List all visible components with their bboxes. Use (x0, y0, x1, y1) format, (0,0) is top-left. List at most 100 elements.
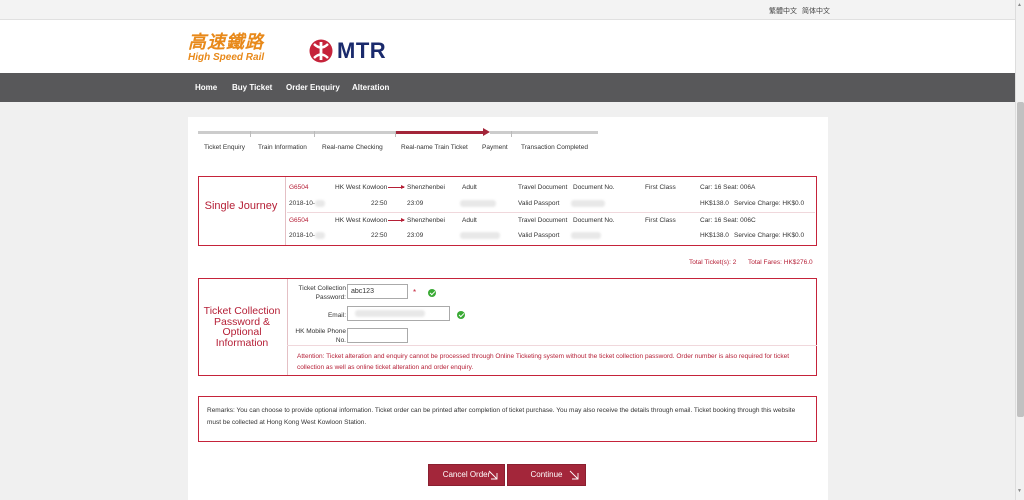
collection-password-input[interactable] (347, 284, 408, 299)
departure-station: HK West Kowloon (335, 217, 388, 224)
password-divider (287, 279, 288, 375)
step-label-real-name-train-ticket: Real-name Train Ticket (401, 144, 468, 151)
step-label-train-information: Train Information (258, 144, 307, 151)
redacted-date (315, 200, 325, 207)
departure-time: 22:50 (371, 232, 388, 239)
travel-document-label: Travel Document (518, 184, 568, 191)
password-valid-check-icon (428, 289, 436, 297)
car-seat: Car: 16 Seat: 006C (700, 217, 756, 224)
journey-divider (285, 177, 286, 245)
ticket-1-route-row: G6504 HK West Kowloon Shenzhenbei Adult … (287, 180, 815, 196)
scroll-down-arrow-icon[interactable]: ▼ (1017, 488, 1022, 494)
ticket-1-detail-row: 2018-10- 22:50 23:09 Valid Passport HK$1… (287, 196, 815, 212)
hsr-logo-chinese: 高速鐵路 (188, 32, 264, 53)
seat-class: First Class (645, 184, 676, 191)
redacted-passenger-name (460, 200, 496, 207)
site-header: 高速鐵路 High Speed Rail MTR (0, 20, 1015, 73)
current-step-arrow-icon (483, 128, 490, 136)
hsr-logo-english: High Speed Rail (188, 52, 265, 63)
mtr-logo-icon (309, 39, 333, 63)
step-tick (250, 131, 251, 137)
attention-note: Attention: Ticket alteration and enquiry… (297, 353, 790, 371)
redacted-document-number (571, 200, 605, 207)
route-arrow-icon (388, 185, 405, 189)
redacted-document-number (571, 232, 601, 239)
nav-home[interactable]: Home (195, 83, 217, 92)
main-nav: Home Buy Ticket Order Enquiry Alteration (0, 73, 1015, 102)
remarks-box: Remarks: You can choose to provide optio… (198, 396, 817, 442)
step-label-transaction-completed: Transaction Completed (521, 144, 588, 151)
document-number-label: Document No. (573, 184, 615, 191)
ticket-2-detail-row: 2018-10- 22:50 23:09 Valid Passport HK$1… (287, 228, 815, 244)
continue-button[interactable]: Continue (507, 464, 586, 486)
mtr-logo[interactable]: MTR (309, 38, 386, 64)
continue-label: Continue (530, 470, 563, 479)
cancel-order-label: Cancel Order (442, 470, 491, 479)
lang-traditional-chinese-link[interactable]: 繁體中文 (769, 6, 797, 16)
language-bar: 繁體中文 简体中文 (0, 0, 1015, 20)
mobile-phone-label: HK Mobile Phone No. (295, 328, 346, 344)
steps-line-active (395, 131, 484, 134)
nav-alteration[interactable]: Alteration (352, 83, 389, 92)
car-seat: Car: 16 Seat: 006A (700, 184, 756, 191)
attention-divider (287, 345, 817, 346)
collection-password-box: Ticket Collection Password & Optional In… (198, 278, 817, 376)
redacted-date (315, 232, 325, 239)
document-type: Valid Passport (518, 200, 560, 207)
service-charge: Service Charge: HK$0.0 (734, 200, 805, 207)
train-number: G6504 (289, 217, 309, 224)
step-label-ticket-enquiry: Ticket Enquiry (204, 144, 245, 151)
redacted-email (355, 310, 425, 317)
nav-order-enquiry[interactable]: Order Enquiry (286, 83, 340, 92)
email-valid-check-icon (457, 311, 465, 319)
step-tick (511, 131, 512, 137)
remarks-text: Remarks: You can choose to provide optio… (207, 407, 796, 426)
seat-class: First Class (645, 217, 676, 224)
total-tickets: Total Ticket(s): 2 (689, 259, 737, 266)
journey-type-title: Single Journey (204, 200, 278, 212)
departure-time: 22:50 (371, 200, 388, 207)
route-arrow-icon (388, 218, 405, 222)
arrival-station: Shenzhenbei (407, 184, 445, 191)
travel-date: 2018-10- (289, 232, 316, 239)
scrollbar-thumb[interactable] (1017, 102, 1024, 417)
steps-line-done (198, 131, 395, 134)
high-speed-rail-logo[interactable]: 高速鐵路 High Speed Rail (188, 32, 265, 64)
total-fares: Total Fares: HK$276.0 (748, 259, 813, 266)
departure-station: HK West Kowloon (335, 184, 388, 191)
scroll-up-arrow-icon[interactable]: ▲ (1017, 2, 1022, 8)
mobile-phone-input[interactable] (347, 328, 408, 343)
travel-document-label: Travel Document (518, 217, 568, 224)
email-label: Email: (327, 312, 346, 319)
required-mark: * (413, 288, 417, 297)
journey-summary-box: Single Journey G6504 HK West Kowloon She… (198, 176, 817, 246)
arrival-time: 23:09 (407, 200, 424, 207)
arrow-down-right-icon (569, 470, 579, 480)
page-scrollbar[interactable]: ▲ ▼ (1015, 0, 1024, 500)
redacted-passenger-name (460, 232, 500, 239)
collection-password-title: Ticket Collection Password & Optional In… (203, 305, 281, 349)
arrow-down-right-icon (488, 470, 498, 480)
arrival-station: Shenzhenbei (407, 217, 445, 224)
passenger-type: Adult (462, 217, 477, 224)
step-label-payment: Payment (482, 144, 508, 151)
step-label-real-name-checking: Real-name Checking (322, 144, 383, 151)
nav-buy-ticket[interactable]: Buy Ticket (232, 83, 272, 92)
step-tick (314, 131, 315, 137)
passenger-type: Adult (462, 184, 477, 191)
document-type: Valid Passport (518, 232, 560, 239)
mtr-logo-text: MTR (337, 38, 387, 63)
fare: HK$138.0 (700, 232, 729, 239)
fare: HK$138.0 (700, 200, 729, 207)
steps-line-todo (490, 131, 598, 134)
cancel-order-button[interactable]: Cancel Order (428, 464, 505, 486)
train-number: G6504 (289, 184, 309, 191)
main-content: Ticket Enquiry Train Information Real-na… (188, 117, 828, 500)
arrival-time: 23:09 (407, 232, 424, 239)
service-charge: Service Charge: HK$0.0 (734, 232, 805, 239)
travel-date: 2018-10- (289, 200, 316, 207)
lang-simplified-chinese-link[interactable]: 简体中文 (802, 6, 830, 16)
step-tick (395, 131, 396, 137)
ticket-2-route-row: G6504 HK West Kowloon Shenzhenbei Adult … (287, 212, 815, 228)
document-number-label: Document No. (573, 217, 615, 224)
